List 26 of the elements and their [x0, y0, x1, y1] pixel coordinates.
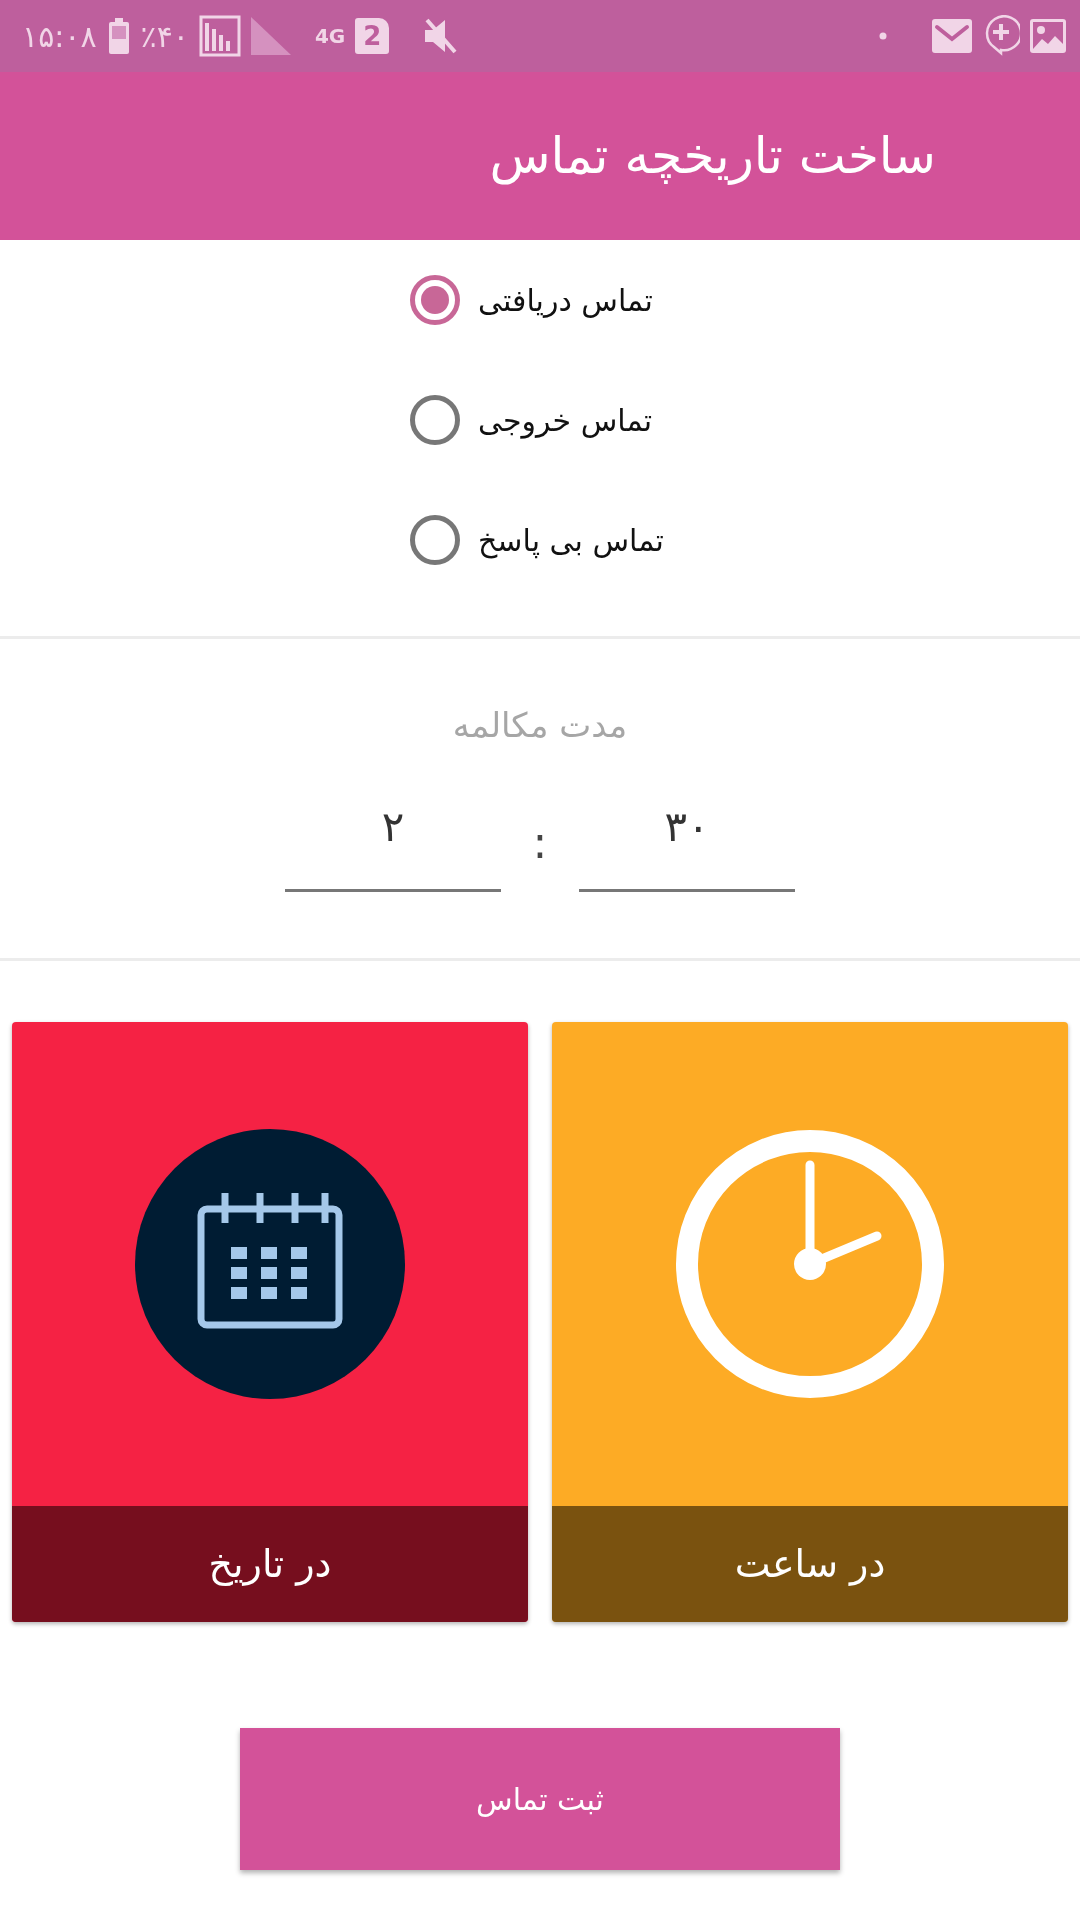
radio-button[interactable] — [410, 515, 460, 565]
network-type: 4G — [314, 24, 346, 48]
radio-button[interactable] — [410, 275, 460, 325]
picker-card[interactable]: در ساعت — [552, 1022, 1068, 1622]
radio-option[interactable]: تماس خروجی — [410, 360, 653, 480]
input-field[interactable]: ٣٠ — [579, 785, 795, 892]
mail-icon — [932, 19, 972, 53]
radio-option[interactable]: تماس دریافتی — [410, 240, 653, 360]
image-icon — [1030, 19, 1066, 53]
screen-title: ساخت تاریخچه تماس — [489, 127, 936, 185]
clock-time: ١۵:٠٨ — [22, 18, 97, 54]
submit-button[interactable]: ثبت تماس — [240, 1728, 840, 1870]
battery-percent: ٪۴٠ — [140, 18, 189, 54]
calendar-icon — [135, 1129, 405, 1399]
sim-badge: 2 — [355, 18, 390, 54]
clock-icon — [675, 1129, 945, 1399]
input-field[interactable]: ٢ — [285, 785, 501, 892]
duration-label: مدت مکالمه — [452, 705, 628, 745]
time-separator: : — [531, 817, 549, 870]
battery-icon — [106, 16, 131, 56]
picker-card[interactable]: در تاریخ — [12, 1022, 528, 1622]
signal-icon — [250, 17, 291, 55]
radio-button[interactable] — [410, 395, 460, 445]
signal-icon — [198, 15, 241, 57]
notification-dot — [878, 31, 888, 41]
radio-option[interactable]: تماس بی پاسخ — [410, 480, 664, 600]
